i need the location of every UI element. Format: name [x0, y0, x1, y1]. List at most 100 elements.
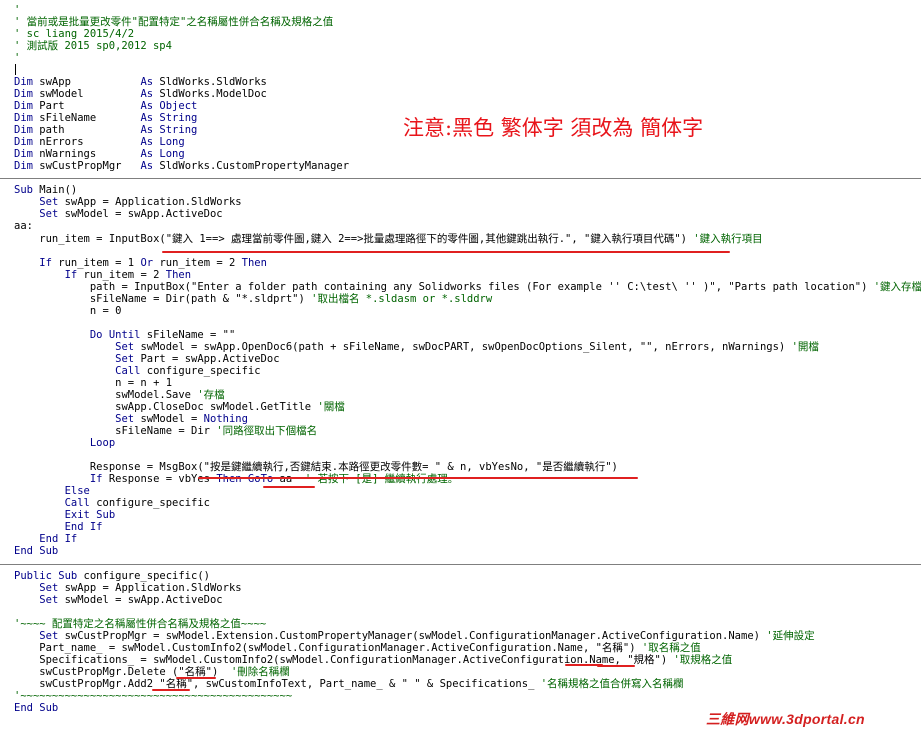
- code-editor[interactable]: 注意:黑色 繁体字 須改為 簡体字 三維网www.3dportal.cn ' ' …: [0, 0, 921, 733]
- code-line[interactable]: Set swModel = swApp.OpenDoc6(path + sFil…: [14, 341, 819, 353]
- code-line[interactable]: Dim swModel As SldWorks.ModelDoc: [14, 88, 267, 100]
- code-line[interactable]: Set Part = swApp.ActiveDoc: [14, 353, 280, 365]
- keyword-token: End Sub: [14, 545, 59, 557]
- code-line[interactable]: Else: [14, 485, 90, 497]
- code-line[interactable]: n = 0: [14, 305, 122, 317]
- red-underline-mark: [176, 677, 216, 679]
- code-line[interactable]: Set swModel = swApp.ActiveDoc: [14, 594, 223, 606]
- code-line[interactable]: Call configure_specific: [14, 497, 210, 509]
- code-token: nErrors: [32, 136, 141, 148]
- code-line[interactable]: Exit Sub: [14, 509, 116, 521]
- code-token: nWarnings: [32, 148, 141, 160]
- comment-token: ': [14, 4, 21, 16]
- code-line[interactable]: End If: [14, 533, 77, 545]
- code-line[interactable]: Set swModel = Nothing: [14, 413, 248, 425]
- comment-token: ' 測試版 2015 sp0,2012 sp4: [14, 40, 172, 52]
- code-line[interactable]: Do Until sFileName = "": [14, 329, 235, 341]
- code-line[interactable]: Sub Main(): [14, 184, 77, 196]
- keyword-token: End Sub: [14, 702, 59, 714]
- keyword-token: If: [39, 257, 52, 269]
- code-line[interactable]: path = InputBox("Enter a folder path con…: [14, 281, 921, 293]
- code-line[interactable]: Loop: [14, 437, 115, 449]
- code-line[interactable]: Call configure_specific: [14, 365, 260, 377]
- code-line[interactable]: run_item = InputBox("鍵入 1==> 處理當前零件圖,鍵入 …: [14, 233, 762, 245]
- code-token: run_item = 2: [77, 269, 166, 281]
- keyword-token: As String: [140, 112, 198, 124]
- keyword-token: As: [140, 160, 154, 172]
- comment-token: ' 當前或是批量更改零件"配置特定"之名稱屬性併合名稱及規格之值: [14, 16, 334, 28]
- code-line[interactable]: Part_name_ = swModel.CustomInfo2(swModel…: [14, 642, 701, 654]
- code-token: aa:: [14, 220, 33, 232]
- code-line[interactable]: Dim swApp As SldWorks.SldWorks: [14, 76, 267, 88]
- code-line[interactable]: Set swApp = Application.SldWorks: [14, 582, 241, 594]
- code-token: swModel: [32, 88, 141, 100]
- code-line[interactable]: ' 當前或是批量更改零件"配置特定"之名稱屬性併合名稱及規格之值: [14, 16, 333, 28]
- comment-token: '同路徑取出下個檔名: [216, 425, 318, 437]
- comment-token: '取名稱之值: [641, 642, 701, 654]
- keyword-token: Or: [140, 257, 154, 269]
- code-line[interactable]: End Sub: [14, 545, 58, 557]
- code-line[interactable]: Dim path As String: [14, 124, 197, 136]
- keyword-token: Call: [115, 365, 141, 377]
- code-line[interactable]: ': [14, 4, 20, 16]
- code-line[interactable]: If Response = vbYes Then GoTo aa ' 若按下 […: [14, 473, 458, 485]
- code-line[interactable]: sFileName = Dir '同路徑取出下個檔名: [14, 425, 317, 437]
- code-line[interactable]: End If: [14, 521, 103, 533]
- code-line[interactable]: Public Sub configure_specific(): [14, 570, 210, 582]
- code-line[interactable]: swApp.CloseDoc swModel.GetTitle '關檔: [14, 401, 345, 413]
- code-line[interactable]: sFileName = Dir(path & "*.sldprt") '取出檔名…: [14, 293, 492, 305]
- comment-token: '延伸設定: [766, 630, 815, 642]
- code-line[interactable]: ' sc liang 2015/4/2: [14, 28, 134, 40]
- code-line[interactable]: n = n + 1: [14, 377, 172, 389]
- comment-token: '名稱規格之值合併寫入名稱欄: [540, 678, 684, 690]
- code-line[interactable]: Set swApp = Application.SldWorks: [14, 196, 241, 208]
- code-line[interactable]: swCustPropMgr.Add2 "名稱", swCustomInfoTex…: [14, 678, 684, 690]
- red-underline-mark: [152, 689, 190, 691]
- code-line[interactable]: Dim nWarnings As Long: [14, 148, 185, 160]
- red-underline-mark: [162, 251, 730, 253]
- code-token: swModel = swApp.ActiveDoc: [58, 594, 223, 606]
- code-line[interactable]: Dim swCustPropMgr As SldWorks.CustomProp…: [14, 160, 349, 172]
- keyword-token: End If: [64, 521, 103, 533]
- code-token: configure_specific: [89, 497, 210, 509]
- code-line[interactable]: Response = MsgBox("按是鍵繼續執行,否鍵結束.本路徑更改零件數…: [14, 461, 618, 473]
- comment-token: '刪除名稱欄: [230, 666, 290, 678]
- code-token: swModel =: [134, 413, 204, 425]
- code-line[interactable]: End Sub: [14, 702, 58, 714]
- keyword-token: Dim: [14, 136, 33, 148]
- keyword-token: Public Sub: [14, 570, 78, 582]
- code-token: swCustPropMgr = swModel.Extension.Custom…: [58, 630, 767, 642]
- keyword-token: Set: [39, 208, 59, 220]
- code-line[interactable]: If run_item = 1 Or run_item = 2 Then: [14, 257, 267, 269]
- code-line[interactable]: Dim Part As Object: [14, 100, 197, 112]
- code-line[interactable]: ' 測試版 2015 sp0,2012 sp4: [14, 40, 172, 52]
- keyword-token: Set: [39, 582, 59, 594]
- code-line[interactable]: swCustPropMgr.Delete ("名稱") '刪除名稱欄: [14, 666, 290, 678]
- code-token: Part = swApp.ActiveDoc: [134, 353, 280, 365]
- code-line[interactable]: Dim nErrors As Long: [14, 136, 185, 148]
- code-line[interactable]: '~~~~~~~~~~~~~~~~~~~~~~~~~~~~~~~~~~~~~~~…: [14, 690, 292, 702]
- code-line[interactable]: aa:: [14, 220, 33, 232]
- code-line[interactable]: Set swModel = swApp.ActiveDoc: [14, 208, 222, 220]
- keyword-token: As String: [140, 124, 198, 136]
- code-line[interactable]: '~~~~ 配置特定之名稱屬性併合名稱及規格之值~~~~: [14, 618, 266, 630]
- code-token: swModel.Save: [14, 389, 198, 401]
- code-token: Part: [32, 100, 141, 112]
- code-line[interactable]: swModel.Save '存檔: [14, 389, 225, 401]
- keyword-token: Set: [39, 196, 59, 208]
- keyword-token: Loop: [89, 437, 116, 449]
- code-line[interactable]: ': [14, 52, 20, 64]
- keyword-token: Set: [115, 341, 135, 353]
- code-line[interactable]: Dim sFileName As String: [14, 112, 197, 124]
- keyword-token: As: [140, 88, 154, 100]
- code-token: aa: [273, 473, 305, 485]
- code-line[interactable]: Set swCustPropMgr = swModel.Extension.Cu…: [14, 630, 815, 642]
- code-line[interactable]: If run_item = 2 Then: [14, 269, 191, 281]
- keyword-token: Dim: [14, 148, 33, 160]
